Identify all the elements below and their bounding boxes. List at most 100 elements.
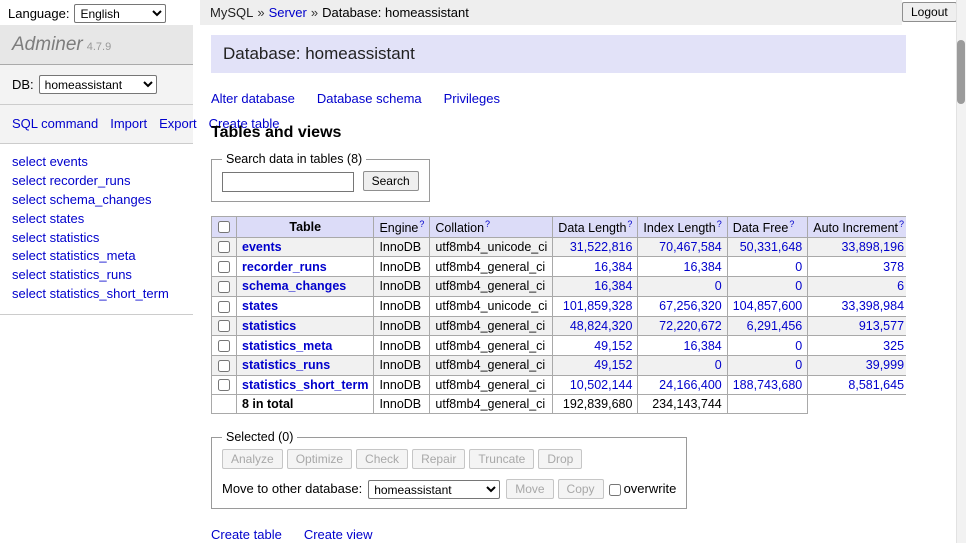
bulk-analyze-button[interactable]: Analyze — [222, 449, 283, 469]
auto-increment-link[interactable]: 39,999 — [866, 358, 904, 372]
table-link-statistics-runs[interactable]: statistics_runs — [242, 358, 330, 372]
data-length-link[interactable]: 16,384 — [594, 279, 632, 293]
index-length-link[interactable]: 67,256,320 — [659, 299, 722, 313]
overwrite-checkbox[interactable] — [609, 484, 621, 496]
auto-increment-cell: 6 — [808, 277, 906, 297]
data-length-link[interactable]: 48,824,320 — [570, 319, 633, 333]
auto-increment-link[interactable]: 6 — [897, 279, 904, 293]
data-free-link[interactable]: 0 — [795, 260, 802, 274]
db-select[interactable]: homeassistant — [39, 75, 157, 94]
row-checkbox[interactable] — [218, 281, 230, 293]
data-free-link[interactable]: 188,743,680 — [733, 378, 803, 392]
index-length-link[interactable]: 24,166,400 — [659, 378, 722, 392]
breadcrumb-server-link[interactable]: Server — [269, 5, 307, 20]
action-link-create-view[interactable]: Create view — [304, 527, 373, 542]
help-icon[interactable]: ? — [485, 219, 490, 229]
help-icon[interactable]: ? — [627, 219, 632, 229]
sidebar-link-import[interactable]: Import — [110, 116, 147, 131]
sidebar-select-events[interactable]: select events — [12, 154, 88, 169]
data-free-link[interactable]: 0 — [795, 279, 802, 293]
help-icon[interactable]: ? — [717, 219, 722, 229]
sidebar-select-states[interactable]: select states — [12, 211, 84, 226]
help-icon[interactable]: ? — [789, 219, 794, 229]
table-link-schema-changes[interactable]: schema_changes — [242, 279, 346, 293]
data-length-link[interactable]: 10,502,144 — [570, 378, 633, 392]
action-link-database-schema[interactable]: Database schema — [317, 91, 422, 106]
index-length-link[interactable]: 16,384 — [684, 260, 722, 274]
data-length-link[interactable]: 49,152 — [594, 358, 632, 372]
row-checkbox[interactable] — [218, 241, 230, 253]
row-checkbox[interactable] — [218, 320, 230, 332]
bulk-optimize-button[interactable]: Optimize — [287, 449, 352, 469]
top-bar: Language:English MySQL»Server»Database: … — [0, 0, 966, 25]
sidebar-link-sql-command[interactable]: SQL command — [12, 116, 98, 131]
data-free-cell: 104,857,600 — [727, 296, 808, 316]
row-checkbox[interactable] — [218, 379, 230, 391]
sidebar-select-statistics[interactable]: select statistics — [12, 230, 99, 245]
sidebar-link-export[interactable]: Export — [159, 116, 197, 131]
action-link-alter-database[interactable]: Alter database — [211, 91, 295, 106]
index-length-link[interactable]: 72,220,672 — [659, 319, 722, 333]
move-db-select[interactable]: homeassistant — [368, 480, 500, 499]
auto-increment-link[interactable]: 8,581,645 — [848, 378, 904, 392]
sidebar-select-schema-changes[interactable]: select schema_changes — [12, 192, 151, 207]
table-link-statistics-meta[interactable]: statistics_meta — [242, 339, 332, 353]
table-link-events[interactable]: events — [242, 240, 282, 254]
bulk-drop-button[interactable]: Drop — [538, 449, 582, 469]
data-length-link[interactable]: 16,384 — [594, 260, 632, 274]
sidebar-select-statistics-short-term[interactable]: select statistics_short_term — [12, 286, 169, 301]
search-button[interactable]: Search — [363, 171, 419, 191]
sidebar-select-recorder-runs[interactable]: select recorder_runs — [12, 173, 131, 188]
row-checkbox[interactable] — [218, 301, 230, 313]
select-all-checkbox[interactable] — [218, 221, 230, 233]
data-free-link[interactable]: 0 — [795, 339, 802, 353]
data-length-link[interactable]: 49,152 — [594, 339, 632, 353]
move-button[interactable]: Move — [506, 479, 553, 499]
row-checkbox[interactable] — [218, 360, 230, 372]
action-link-create-table[interactable]: Create table — [211, 527, 282, 542]
table-row-schema-changes: schema_changesInnoDButf8mb4_general_ci16… — [212, 277, 907, 297]
data-length-link[interactable]: 101,859,328 — [563, 299, 633, 313]
auto-increment-link[interactable]: 325 — [883, 339, 904, 353]
logout-button[interactable]: Logout — [902, 2, 957, 22]
index-length-link[interactable]: 16,384 — [684, 339, 722, 353]
index-length-cell: 72,220,672 — [638, 316, 727, 336]
scrollbar-thumb[interactable] — [957, 40, 965, 104]
row-checkbox[interactable] — [218, 340, 230, 352]
table-link-recorder-runs[interactable]: recorder_runs — [242, 260, 327, 274]
data-length-link[interactable]: 31,522,816 — [570, 240, 633, 254]
bulk-repair-button[interactable]: Repair — [412, 449, 465, 469]
help-icon[interactable]: ? — [419, 219, 424, 229]
action-link-privileges[interactable]: Privileges — [444, 91, 500, 106]
index-length-link[interactable]: 0 — [715, 358, 722, 372]
adminer-logo[interactable]: Adminer — [12, 34, 83, 55]
auto-increment-link[interactable]: 378 — [883, 260, 904, 274]
bulk-truncate-button[interactable]: Truncate — [469, 449, 534, 469]
search-input[interactable] — [222, 172, 354, 192]
data-free-link[interactable]: 6,291,456 — [747, 319, 803, 333]
auto-increment-cell: 33,898,196 — [808, 237, 906, 257]
table-link-states[interactable]: states — [242, 299, 278, 313]
auto-increment-link[interactable]: 913,577 — [859, 319, 904, 333]
index-length-link[interactable]: 70,467,584 — [659, 240, 722, 254]
sidebar-select-statistics-runs[interactable]: select statistics_runs — [12, 267, 132, 282]
bulk-check-button[interactable]: Check — [356, 449, 408, 469]
engine-cell: InnoDB — [374, 277, 430, 297]
table-link-statistics[interactable]: statistics — [242, 319, 296, 333]
help-icon[interactable]: ? — [899, 219, 904, 229]
engine-cell: InnoDB — [374, 316, 430, 336]
create-links: Create table Create view — [211, 527, 906, 542]
sidebar-select-statistics-meta[interactable]: select statistics_meta — [12, 248, 136, 263]
data-free-cell: 0 — [727, 336, 808, 356]
data-free-link[interactable]: 104,857,600 — [733, 299, 803, 313]
language-select[interactable]: English — [74, 4, 166, 23]
auto-increment-link[interactable]: 33,898,196 — [841, 240, 904, 254]
row-checkbox[interactable] — [218, 261, 230, 273]
breadcrumb-root-link[interactable]: MySQL — [210, 5, 253, 20]
data-free-link[interactable]: 0 — [795, 358, 802, 372]
auto-increment-link[interactable]: 33,398,984 — [841, 299, 904, 313]
index-length-link[interactable]: 0 — [715, 279, 722, 293]
table-link-statistics-short-term[interactable]: statistics_short_term — [242, 378, 368, 392]
copy-button[interactable]: Copy — [558, 479, 604, 499]
data-free-link[interactable]: 50,331,648 — [740, 240, 803, 254]
